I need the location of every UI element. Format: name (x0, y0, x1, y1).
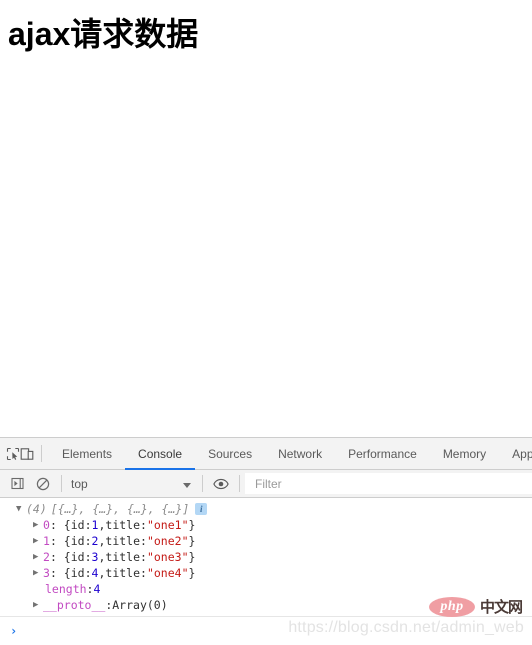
length-value: 4 (93, 582, 101, 596)
array-index: 2 (43, 550, 50, 564)
array-index: 1 (43, 534, 50, 548)
key-separator: : (105, 598, 113, 612)
execution-context-value: top (71, 476, 88, 491)
object-key-title: title (105, 566, 141, 580)
object-value-id: 3 (91, 550, 99, 564)
key-separator: : (140, 566, 147, 580)
key-separator: : (84, 518, 92, 532)
execute-snippet-glyph (10, 477, 24, 490)
key-separator: : (84, 534, 92, 548)
info-icon[interactable]: i (195, 503, 208, 515)
console-array-row[interactable]: ▼ (4) [{…}, {…}, {…}, {…}] i (0, 501, 532, 517)
expand-triangle-icon[interactable]: ▼ (16, 501, 26, 517)
console-toolbar-divider-1 (61, 475, 62, 492)
eye-glyph (213, 478, 229, 489)
object-key-id: id (70, 566, 85, 580)
inspect-element-icon[interactable] (6, 438, 20, 469)
expand-triangle-icon[interactable]: ▶ (33, 565, 43, 581)
object-open: : { (49, 550, 71, 564)
object-value-title: "one2" (146, 534, 189, 548)
expand-triangle-icon[interactable]: ▶ (33, 517, 43, 533)
tab-performance[interactable]: Performance (335, 438, 430, 469)
list-item[interactable]: ▶ 2 : { id : 3 , title : "one3" } (0, 549, 532, 565)
object-open: : { (49, 566, 71, 580)
object-key-id: id (70, 550, 85, 564)
value-comma: , (98, 550, 106, 564)
tab-console[interactable]: Console (125, 438, 196, 470)
filter-input[interactable] (245, 473, 532, 494)
array-index: 0 (43, 518, 50, 532)
object-key-title: title (105, 534, 141, 548)
object-close: } (188, 550, 196, 564)
object-key-id: id (70, 518, 85, 532)
array-index: 3 (43, 566, 50, 580)
clear-console-glyph (36, 477, 50, 490)
tab-application[interactable]: App (499, 438, 532, 469)
object-close: } (188, 534, 196, 548)
object-value-title: "one3" (146, 550, 189, 564)
tab-sources[interactable]: Sources (195, 438, 265, 469)
expand-triangle-icon[interactable]: ▶ (33, 533, 43, 549)
object-value-title: "one4" (146, 566, 189, 580)
chevron-down-icon (183, 477, 191, 491)
key-separator: : (86, 582, 94, 596)
devtools-tabbar: Elements Console Sources Network Perform… (0, 438, 532, 470)
tab-memory[interactable]: Memory (430, 438, 499, 469)
execution-context-select[interactable]: top (67, 470, 197, 497)
web-page-viewport: ajax请求数据 (0, 0, 532, 437)
inspect-element-glyph (6, 447, 20, 460)
chevron-down-glyph (183, 482, 191, 488)
key-separator: : (140, 534, 147, 548)
tab-network[interactable]: Network (265, 438, 335, 469)
php-logo-watermark: php 中文网 (428, 596, 523, 617)
object-key-title: title (105, 518, 141, 532)
console-toolbar: top (0, 470, 532, 498)
list-item[interactable]: ▶ 1 : { id : 2 , title : "one2" } (0, 533, 532, 549)
tab-elements[interactable]: Elements (49, 438, 125, 469)
key-separator: : (84, 550, 92, 564)
device-toolbar-icon[interactable] (20, 438, 34, 469)
php-logo-badge: php (428, 596, 475, 617)
console-prompt-caret: › (10, 624, 18, 638)
key-separator: : (140, 518, 147, 532)
value-comma: , (98, 566, 106, 580)
object-close: } (188, 518, 196, 532)
object-key-title: title (105, 550, 141, 564)
toolbar-divider (41, 445, 42, 462)
array-length-row: length : 4 (0, 581, 532, 597)
console-toolbar-divider-2 (202, 475, 203, 492)
page-title: ajax请求数据 (8, 16, 199, 52)
key-separator: : (140, 550, 147, 564)
console-toolbar-divider-3 (239, 475, 240, 492)
array-preview: [{…}, {…}, {…}, {…}] (50, 502, 190, 516)
php-logo-cn-text: 中文网 (479, 598, 523, 616)
object-value-id: 2 (91, 534, 99, 548)
object-value-id: 1 (91, 518, 99, 532)
list-item[interactable]: ▶ 0 : { id : 1 , title : "one1" } (0, 517, 532, 533)
object-key-id: id (70, 534, 85, 548)
execute-snippet-icon[interactable] (4, 470, 30, 497)
url-watermark: https://blog.csdn.net/admin_web (288, 619, 524, 636)
expand-triangle-icon[interactable]: ▶ (33, 597, 43, 613)
object-close: } (188, 566, 196, 580)
object-value-title: "one1" (146, 518, 189, 532)
value-comma: , (98, 534, 106, 548)
expand-triangle-icon[interactable]: ▶ (33, 549, 43, 565)
eye-icon[interactable] (208, 470, 234, 497)
clear-console-icon[interactable] (30, 470, 56, 497)
length-property-name: length (45, 582, 87, 596)
proto-property-name: __proto__ (43, 598, 106, 612)
key-separator: : (84, 566, 92, 580)
object-open: : { (49, 518, 71, 532)
list-item[interactable]: ▶ 3 : { id : 4 , title : "one4" } (0, 565, 532, 581)
object-open: : { (49, 534, 71, 548)
proto-value: Array(0) (112, 598, 168, 612)
value-comma: , (98, 518, 106, 532)
device-toolbar-glyph (20, 447, 34, 460)
object-value-id: 4 (91, 566, 99, 580)
array-count: (4) (26, 502, 47, 516)
